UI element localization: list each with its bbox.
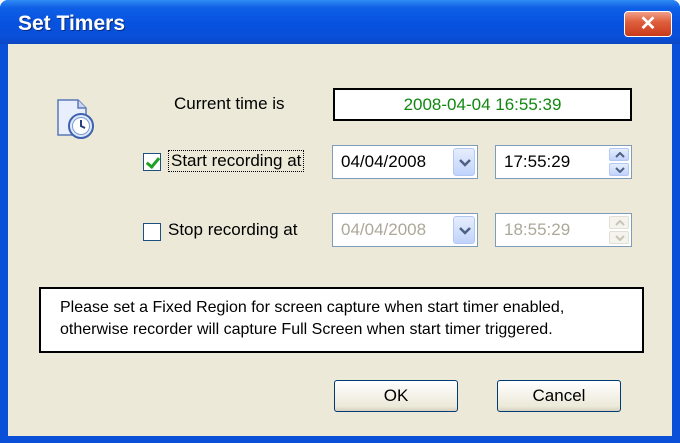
chevron-down-icon [459,227,471,235]
spin-down-icon [615,167,625,173]
spin-up-icon [615,152,625,158]
start-time-down-button[interactable] [609,163,629,176]
cancel-button[interactable]: Cancel [497,380,621,412]
start-time-value: 17:55:29 [504,152,571,171]
window-title: Set Timers [18,12,125,35]
start-recording-checkbox[interactable] [143,153,161,171]
stop-date-value: 04/04/2008 [341,220,427,239]
ok-button[interactable]: OK [334,380,458,412]
stop-date-dropdown-button[interactable] [453,216,475,244]
stop-time-spinner[interactable] [609,216,629,244]
start-time-up-button[interactable] [609,148,629,161]
stop-time-down-button[interactable] [609,231,629,244]
title-bar[interactable]: Set Timers ✕ [0,0,680,44]
chevron-down-icon [459,159,471,167]
current-time-label: Current time is [174,94,285,113]
start-recording-label[interactable]: Start recording at [168,150,305,172]
clock-document-icon [57,99,94,139]
stop-time-up-button[interactable] [609,216,629,229]
notice-line-1: Please set a Fixed Region for screen cap… [60,299,565,316]
spin-down-icon [615,235,625,241]
stop-date-picker[interactable]: 04/04/2008 [332,213,478,247]
spin-up-icon [615,220,625,226]
start-date-dropdown-button[interactable] [453,148,475,176]
start-time-spinner[interactable] [609,148,629,176]
stop-time-field[interactable]: 18:55:29 [495,213,632,247]
notice-line-2: otherwise recorder will capture Full Scr… [60,321,553,338]
stop-time-value: 18:55:29 [504,220,571,239]
current-time-display: 2008-04-04 16:55:39 [333,88,632,121]
stop-recording-label[interactable]: Stop recording at [168,220,297,240]
fixed-region-notice: Please set a Fixed Region for screen cap… [39,287,644,353]
start-time-field[interactable]: 17:55:29 [495,145,632,179]
start-date-value: 04/04/2008 [341,152,427,171]
start-date-picker[interactable]: 04/04/2008 [332,145,478,179]
stop-recording-checkbox[interactable] [143,223,161,241]
close-icon: ✕ [639,13,657,35]
close-button[interactable]: ✕ [624,11,672,37]
